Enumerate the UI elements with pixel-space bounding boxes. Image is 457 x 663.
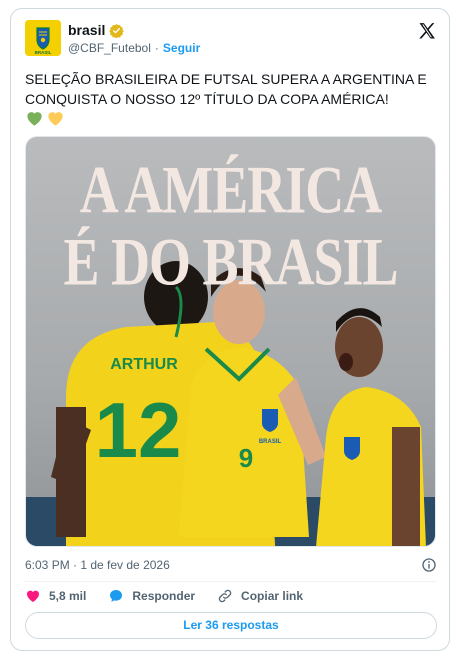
divider	[25, 581, 437, 582]
x-logo-icon[interactable]	[417, 21, 437, 41]
crest-text: BRASIL	[259, 439, 282, 445]
cbf-crest-icon: BRASIL	[25, 20, 61, 56]
separator-dot: ·	[154, 41, 159, 55]
jersey-number-back: 12	[95, 386, 182, 474]
read-replies-button[interactable]: Ler 36 respostas	[25, 612, 437, 639]
reply-bubble-icon	[110, 590, 123, 602]
headline-line-1: A AMÉRICA	[79, 152, 383, 228]
like-count: 5,8 mil	[49, 589, 87, 603]
reply-label: Responder	[132, 589, 196, 603]
link-icon	[218, 589, 232, 603]
tweet-text: SELEÇÃO BRASILEIRA DE FUTSAL SUPERA A AR…	[25, 71, 431, 107]
headline-line-2: É DO BRASIL	[63, 224, 398, 300]
author-handle-row: @CBF_Futebol · Seguir	[68, 41, 200, 55]
tweet-meta-row: 6:03 PM · 1 de fev de 2026	[25, 557, 437, 573]
reply-button[interactable]: Responder	[108, 588, 195, 604]
avatar[interactable]: BRASIL	[25, 20, 61, 56]
like-button[interactable]: 5,8 mil	[25, 588, 86, 604]
emoji-row	[25, 109, 65, 128]
author-handle[interactable]: @CBF_Futebol	[68, 41, 151, 55]
tweet-timestamp[interactable]: 6:03 PM · 1 de fev de 2026	[25, 558, 170, 572]
heart-icon	[27, 590, 39, 602]
info-icon[interactable]	[421, 557, 437, 573]
jersey-number-front: 9	[239, 443, 253, 473]
copy-link-button[interactable]: Copiar link	[217, 588, 303, 604]
tweet-embed-card: BRASIL brasil @CBF_Futebol · Seguir SELE…	[10, 8, 450, 651]
follow-button[interactable]: Seguir	[163, 41, 200, 55]
author-display-name[interactable]: brasil	[68, 22, 105, 38]
copy-link-label: Copiar link	[241, 589, 304, 603]
verified-badge-icon	[109, 23, 125, 38]
avatar-label: BRASIL	[35, 50, 52, 55]
jersey-name-text: ARTHUR	[110, 356, 178, 373]
tweet-media-image[interactable]: ARTHUR 12 9 BRASIL A AMÉRICA É DO BRASIL	[25, 136, 436, 547]
green-heart-icon	[27, 112, 42, 126]
author-name-row[interactable]: brasil	[68, 22, 125, 38]
action-bar: 5,8 mil Responder Copiar link	[25, 588, 325, 604]
yellow-heart-icon	[48, 112, 63, 126]
